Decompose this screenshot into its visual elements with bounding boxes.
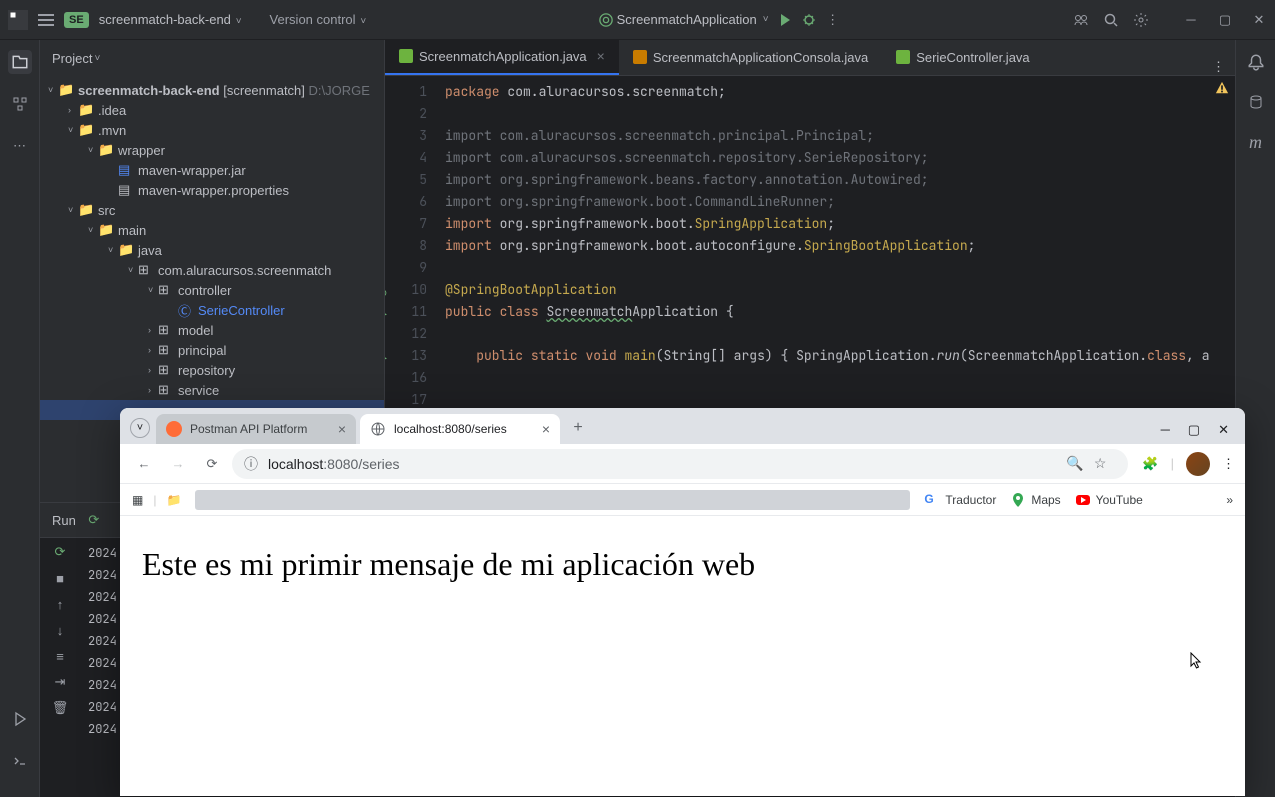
bookmark-youtube[interactable]: YouTube <box>1075 492 1143 508</box>
apps-grid-icon[interactable]: ▦ <box>132 493 143 507</box>
forward-icon[interactable]: → <box>164 450 192 478</box>
titlebar: SE screenmatch-back-end ˅ Version contro… <box>0 0 1275 40</box>
site-info-icon[interactable]: ⓘ <box>244 454 258 474</box>
bookmark-maps[interactable]: Maps <box>1010 492 1060 508</box>
project-panel-header[interactable]: Project ˅ <box>40 40 384 76</box>
browser-maximize-icon[interactable]: ▢ <box>1188 422 1200 438</box>
scroll-end-icon[interactable]: ⇥ <box>52 674 68 690</box>
tree-service[interactable]: ›⊞service <box>40 380 384 400</box>
left-tool-rail: ⋯ <box>0 40 40 797</box>
editor-tab-consola[interactable]: ScreenmatchApplicationConsola.java <box>619 39 882 75</box>
rerun-icon[interactable]: ⟳ <box>86 512 102 528</box>
project-tool-icon[interactable] <box>8 50 32 74</box>
more-tools-icon[interactable]: ⋯ <box>8 134 32 158</box>
warning-icon <box>1215 81 1229 95</box>
zoom-icon[interactable]: 🔍 <box>1066 455 1083 472</box>
back-icon[interactable]: ← <box>130 450 158 478</box>
browser-tab-strip: ˅ Postman API Platform × localhost:8080/… <box>120 408 1245 444</box>
editor-tab-screenmatch-app[interactable]: ScreenmatchApplication.java× <box>385 39 619 75</box>
more-actions-icon[interactable]: ⋮ <box>825 12 841 28</box>
run-icon[interactable] <box>777 12 793 28</box>
project-dropdown[interactable]: screenmatch-back-end ˅ <box>99 12 242 27</box>
bookmarks-bar: ▦ | 📁 GTraductor Maps YouTube » <box>120 484 1245 516</box>
tree-model[interactable]: ›⊞model <box>40 320 384 340</box>
tree-main[interactable]: ˅📁main <box>40 220 384 240</box>
search-icon[interactable] <box>1103 12 1119 28</box>
close-icon[interactable]: ✕ <box>1251 12 1267 28</box>
editor-tabs: ScreenmatchApplication.java× Screenmatch… <box>385 40 1235 76</box>
tree-wrapper[interactable]: ˅📁wrapper <box>40 140 384 160</box>
mouse-cursor-icon <box>1190 652 1204 675</box>
structure-tool-icon[interactable] <box>8 92 32 116</box>
browser-tab-localhost[interactable]: localhost:8080/series × <box>360 414 560 444</box>
tree-idea[interactable]: ›📁.idea <box>40 100 384 120</box>
tab-close-icon[interactable]: × <box>542 421 550 437</box>
tree-src[interactable]: ˅📁src <box>40 200 384 220</box>
tab-close-icon[interactable]: × <box>338 421 346 437</box>
postman-icon <box>166 421 182 437</box>
tree-serie-controller[interactable]: ⒸSerieController <box>40 300 384 320</box>
terminal-tool-icon[interactable] <box>8 749 32 773</box>
tree-mvn[interactable]: ˅📁.mvn <box>40 120 384 140</box>
tree-principal[interactable]: ›⊞principal <box>40 340 384 360</box>
reload-icon[interactable]: ⟳ <box>198 450 226 478</box>
run-tool-icon[interactable] <box>8 707 32 731</box>
address-bar[interactable]: ⓘ localhost:8080/series 🔍 ☆ <box>232 449 1128 479</box>
run-panel-title: Run <box>52 513 76 528</box>
maven-icon[interactable]: m <box>1244 130 1268 154</box>
tree-maven-jar[interactable]: ▤maven-wrapper.jar <box>40 160 384 180</box>
new-tab-button[interactable]: + <box>564 414 592 442</box>
up-icon[interactable]: ↑ <box>52 596 68 612</box>
notifications-icon[interactable] <box>1244 50 1268 74</box>
soft-wrap-icon[interactable]: ≡ <box>52 648 68 664</box>
down-icon[interactable]: ↓ <box>52 622 68 638</box>
browser-window: ˅ Postman API Platform × localhost:8080/… <box>120 408 1245 796</box>
maximize-icon[interactable]: ▢ <box>1217 12 1233 28</box>
tree-maven-props[interactable]: ▤maven-wrapper.properties <box>40 180 384 200</box>
tree-repository[interactable]: ›⊞repository <box>40 360 384 380</box>
se-badge: SE <box>64 12 89 28</box>
debug-icon[interactable] <box>801 12 817 28</box>
editor-tab-serie-controller[interactable]: SerieController.java <box>882 39 1043 75</box>
bookmark-traductor[interactable]: GTraductor <box>924 492 996 508</box>
browser-close-icon[interactable]: ✕ <box>1218 422 1229 438</box>
tabs-more-icon[interactable]: ⋮ <box>1202 59 1235 75</box>
settings-icon[interactable] <box>1133 12 1149 28</box>
minimize-icon[interactable]: ─ <box>1183 12 1199 28</box>
trash-icon[interactable]: 🗑 <box>52 700 68 716</box>
browser-tab-postman[interactable]: Postman API Platform × <box>156 414 356 444</box>
bookmark-folder-icon[interactable]: 📁 <box>166 493 181 507</box>
rerun-icon[interactable]: ⟳ <box>52 544 68 560</box>
code-with-me-icon[interactable] <box>1073 12 1089 28</box>
browser-minimize-icon[interactable]: ─ <box>1161 422 1170 438</box>
profile-avatar[interactable] <box>1186 452 1210 476</box>
app-icon <box>8 10 28 30</box>
bookmark-search-bar[interactable] <box>195 490 910 510</box>
version-control-menu[interactable]: Version control ˅ <box>270 12 367 27</box>
tree-root[interactable]: ˅📁screenmatch-back-end [screenmatch] D:\… <box>40 80 384 100</box>
tree-package[interactable]: ˅⊞com.aluracursos.screenmatch <box>40 260 384 280</box>
database-icon[interactable] <box>1244 90 1268 114</box>
tree-controller[interactable]: ˅⊞controller <box>40 280 384 300</box>
tab-close-icon[interactable]: × <box>597 48 605 64</box>
main-menu-icon[interactable] <box>38 14 54 26</box>
globe-icon <box>370 421 386 437</box>
page-content: Este es mi primir mensaje de mi aplicaci… <box>120 516 1245 613</box>
bookmarks-overflow-icon[interactable]: » <box>1226 493 1233 507</box>
browser-tab-search-icon[interactable]: ˅ <box>130 418 150 438</box>
browser-toolbar: ← → ⟳ ⓘ localhost:8080/series 🔍 ☆ 🧩 | ⋮ <box>120 444 1245 484</box>
run-config-dropdown[interactable]: ScreenmatchApplication ˅ <box>599 12 769 27</box>
bookmark-star-icon[interactable]: ☆ <box>1094 455 1107 472</box>
tree-java[interactable]: ˅📁java <box>40 240 384 260</box>
stop-icon[interactable]: ■ <box>52 570 68 586</box>
browser-menu-icon[interactable]: ⋮ <box>1222 456 1235 472</box>
extensions-icon[interactable]: 🧩 <box>1142 456 1158 472</box>
page-body-text: Este es mi primir mensaje de mi aplicaci… <box>142 546 755 582</box>
